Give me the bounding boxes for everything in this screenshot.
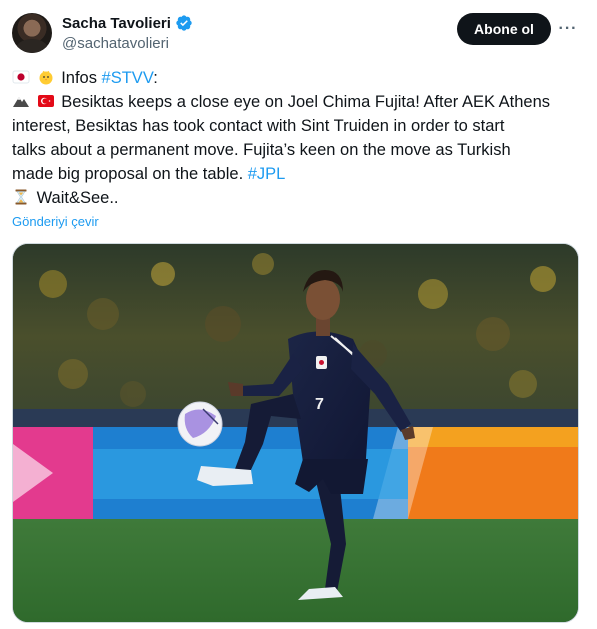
player-photo: 7: [13, 244, 578, 622]
tweet-line: Besiktas keeps a close eye on Joel Chima…: [12, 90, 582, 114]
japan-flag-icon: [12, 70, 30, 84]
tweet-text-segment: Infos: [61, 69, 102, 87]
hourglass-icon: [15, 189, 27, 205]
tweet-line: Wait&See..: [12, 186, 582, 210]
tweet-text-segment: :: [153, 69, 158, 87]
tweet-text-segment: made big proposal on the table.: [12, 165, 248, 183]
tweet-text-segment: Besiktas keeps a close eye on Joel Chima…: [61, 93, 551, 111]
verified-badge-icon: [176, 15, 192, 31]
follow-button[interactable]: Abone ol: [457, 13, 551, 45]
avatar[interactable]: [12, 13, 52, 53]
author-name-row: Sacha Tavolieri: [62, 14, 193, 32]
more-icon[interactable]: ···: [557, 18, 579, 40]
tweet-text-segment: Wait&See..: [36, 189, 119, 207]
hashtag-link[interactable]: #JPL: [248, 165, 286, 183]
chick-icon: [39, 70, 53, 85]
tweet-text: Infos #STVV: Besiktas keeps a close eye …: [12, 66, 582, 210]
tweet-line: Infos #STVV:: [12, 66, 582, 90]
media-photo[interactable]: 7: [12, 243, 579, 623]
mountain-icon: [13, 97, 29, 107]
tweet-line: interest, Besiktas has took contact with…: [12, 117, 505, 135]
tweet-line: made big proposal on the table. #JPL: [12, 162, 582, 186]
tweet-header: Sacha Tavolieri @sachatavolieri Abone ol…: [12, 12, 585, 56]
author-handle[interactable]: @sachatavolieri: [62, 35, 169, 52]
turkey-flag-icon: [37, 95, 54, 107]
tweet-line: talks about a permanent move. Fujita’s k…: [12, 141, 511, 159]
jersey-number: 7: [315, 396, 324, 413]
translate-post-link[interactable]: Gönderiyi çevir: [12, 214, 99, 229]
hashtag-link[interactable]: #STVV: [102, 69, 154, 87]
author-display-name[interactable]: Sacha Tavolieri: [62, 15, 171, 32]
